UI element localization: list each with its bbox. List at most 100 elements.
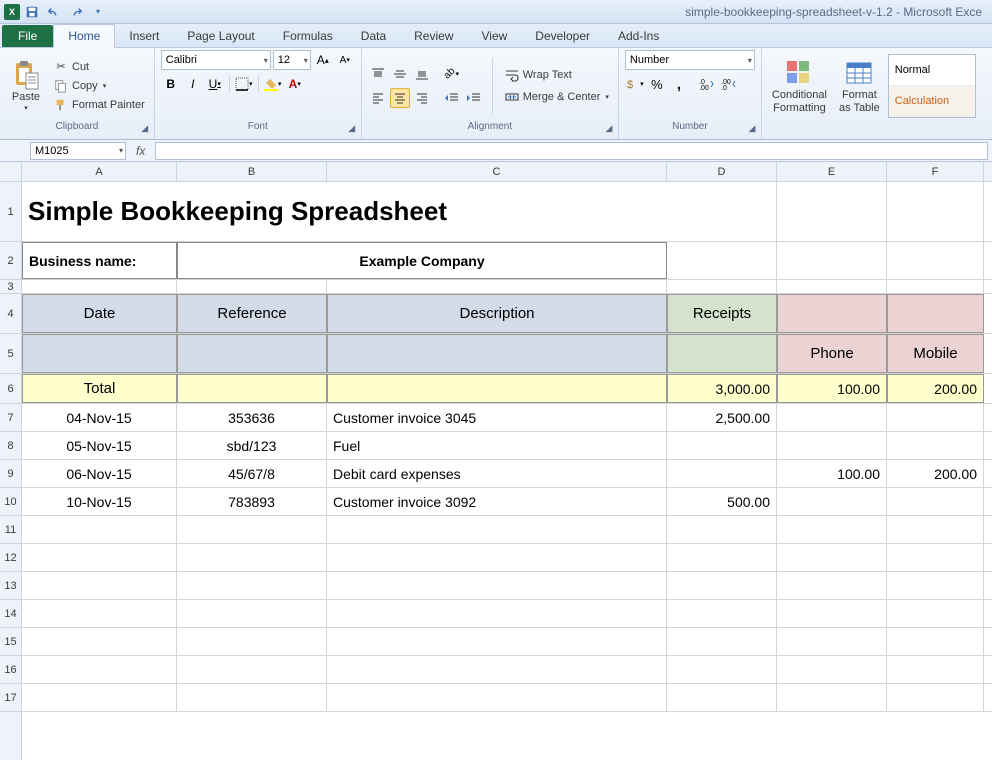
cell[interactable] [777, 242, 887, 279]
data-mobile[interactable]: 200.00 [887, 460, 984, 487]
tab-home[interactable]: Home [53, 24, 115, 48]
decrease-decimal-icon[interactable]: .00.0 [719, 74, 739, 94]
tab-page-layout[interactable]: Page Layout [173, 25, 268, 47]
header-date[interactable]: Date [22, 294, 177, 333]
merge-center-button[interactable]: Merge & Center▾ [501, 88, 612, 106]
tab-add-ins[interactable]: Add-Ins [604, 25, 673, 47]
cell[interactable] [777, 294, 887, 333]
row-header[interactable]: 10 [0, 488, 21, 516]
cell[interactable] [777, 684, 887, 711]
total-phone[interactable]: 100.00 [777, 374, 887, 403]
cell[interactable] [887, 544, 984, 571]
cells-area[interactable]: Simple Bookkeeping Spreadsheet Business … [22, 182, 992, 712]
qat-customize-icon[interactable]: ▾ [88, 2, 108, 22]
font-name-combo[interactable]: Calibri▾ [161, 50, 271, 70]
align-left-icon[interactable] [368, 88, 388, 108]
style-calculation[interactable]: Calculation [889, 86, 975, 117]
cell[interactable] [22, 600, 177, 627]
orientation-icon[interactable]: ab▾ [442, 64, 462, 84]
cell[interactable] [777, 182, 887, 241]
data-desc[interactable]: Fuel [327, 432, 667, 459]
fill-color-button[interactable]: ▾ [263, 74, 283, 94]
cell[interactable] [667, 182, 777, 241]
italic-button[interactable]: I [183, 74, 203, 94]
cell[interactable] [887, 628, 984, 655]
cell[interactable] [887, 280, 984, 293]
column-header[interactable]: D [667, 162, 777, 181]
cut-button[interactable]: ✂Cut [50, 58, 148, 76]
cell[interactable] [177, 628, 327, 655]
cell[interactable] [327, 374, 667, 403]
column-header[interactable]: A [22, 162, 177, 181]
cell[interactable] [177, 600, 327, 627]
data-desc[interactable]: Debit card expenses [327, 460, 667, 487]
column-header[interactable]: B [177, 162, 327, 181]
bold-button[interactable]: B [161, 74, 181, 94]
header-receipts[interactable]: Receipts [667, 294, 777, 333]
cell[interactable] [887, 572, 984, 599]
cell[interactable] [667, 544, 777, 571]
formula-input[interactable] [155, 142, 988, 160]
data-desc[interactable]: Customer invoice 3045 [327, 404, 667, 431]
cell[interactable] [667, 242, 777, 279]
comma-icon[interactable]: , [669, 74, 689, 94]
data-ref[interactable]: sbd/123 [177, 432, 327, 459]
data-date[interactable]: 05-Nov-15 [22, 432, 177, 459]
dialog-launcher-icon[interactable]: ◢ [347, 123, 357, 133]
tab-view[interactable]: View [468, 25, 522, 47]
cell[interactable] [327, 656, 667, 683]
cell[interactable] [667, 572, 777, 599]
row-header[interactable]: 15 [0, 628, 21, 656]
cell[interactable] [327, 280, 667, 293]
cell[interactable] [887, 684, 984, 711]
cell[interactable] [887, 516, 984, 543]
cell[interactable] [177, 334, 327, 373]
dialog-launcher-icon[interactable]: ◢ [747, 123, 757, 133]
cell[interactable] [177, 684, 327, 711]
row-header[interactable]: 6 [0, 374, 21, 404]
cell[interactable] [667, 684, 777, 711]
cell[interactable] [887, 656, 984, 683]
cell[interactable] [887, 182, 984, 241]
format-painter-button[interactable]: Format Painter [50, 96, 148, 114]
tab-insert[interactable]: Insert [115, 25, 173, 47]
cell-styles-gallery[interactable]: Normal Calculation [888, 54, 976, 118]
cell[interactable] [177, 374, 327, 403]
cell[interactable] [327, 516, 667, 543]
data-receipts[interactable]: 2,500.00 [667, 404, 777, 431]
cell[interactable] [777, 516, 887, 543]
cell[interactable] [667, 280, 777, 293]
row-header[interactable]: 14 [0, 600, 21, 628]
cell[interactable] [22, 544, 177, 571]
cell[interactable] [667, 600, 777, 627]
align-bottom-icon[interactable] [412, 64, 432, 84]
cell[interactable] [887, 294, 984, 333]
row-header[interactable]: 17 [0, 684, 21, 712]
tab-review[interactable]: Review [400, 25, 467, 47]
decrease-indent-icon[interactable] [442, 88, 462, 108]
number-format-combo[interactable]: Number▾ [625, 50, 755, 70]
cell[interactable] [327, 684, 667, 711]
increase-decimal-icon[interactable]: .0.00 [697, 74, 717, 94]
data-mobile[interactable] [887, 432, 984, 459]
redo-icon[interactable] [66, 2, 86, 22]
sheet-title[interactable]: Simple Bookkeeping Spreadsheet [22, 182, 667, 241]
cell[interactable] [777, 656, 887, 683]
data-receipts[interactable]: 500.00 [667, 488, 777, 515]
row-header[interactable]: 4 [0, 294, 21, 334]
cell[interactable] [177, 516, 327, 543]
dialog-launcher-icon[interactable]: ◢ [140, 123, 150, 133]
tab-formulas[interactable]: Formulas [269, 25, 347, 47]
row-header[interactable]: 13 [0, 572, 21, 600]
data-phone[interactable]: 100.00 [777, 460, 887, 487]
cell[interactable] [22, 656, 177, 683]
tab-file[interactable]: File [2, 25, 53, 47]
font-size-combo[interactable]: 12▾ [273, 50, 311, 70]
cell[interactable] [22, 334, 177, 373]
data-date[interactable]: 06-Nov-15 [22, 460, 177, 487]
header-phone[interactable]: Phone [777, 334, 887, 373]
cell[interactable] [777, 544, 887, 571]
percent-icon[interactable]: % [647, 74, 667, 94]
decrease-font-icon[interactable]: A▾ [335, 50, 355, 70]
column-header[interactable]: E [777, 162, 887, 181]
